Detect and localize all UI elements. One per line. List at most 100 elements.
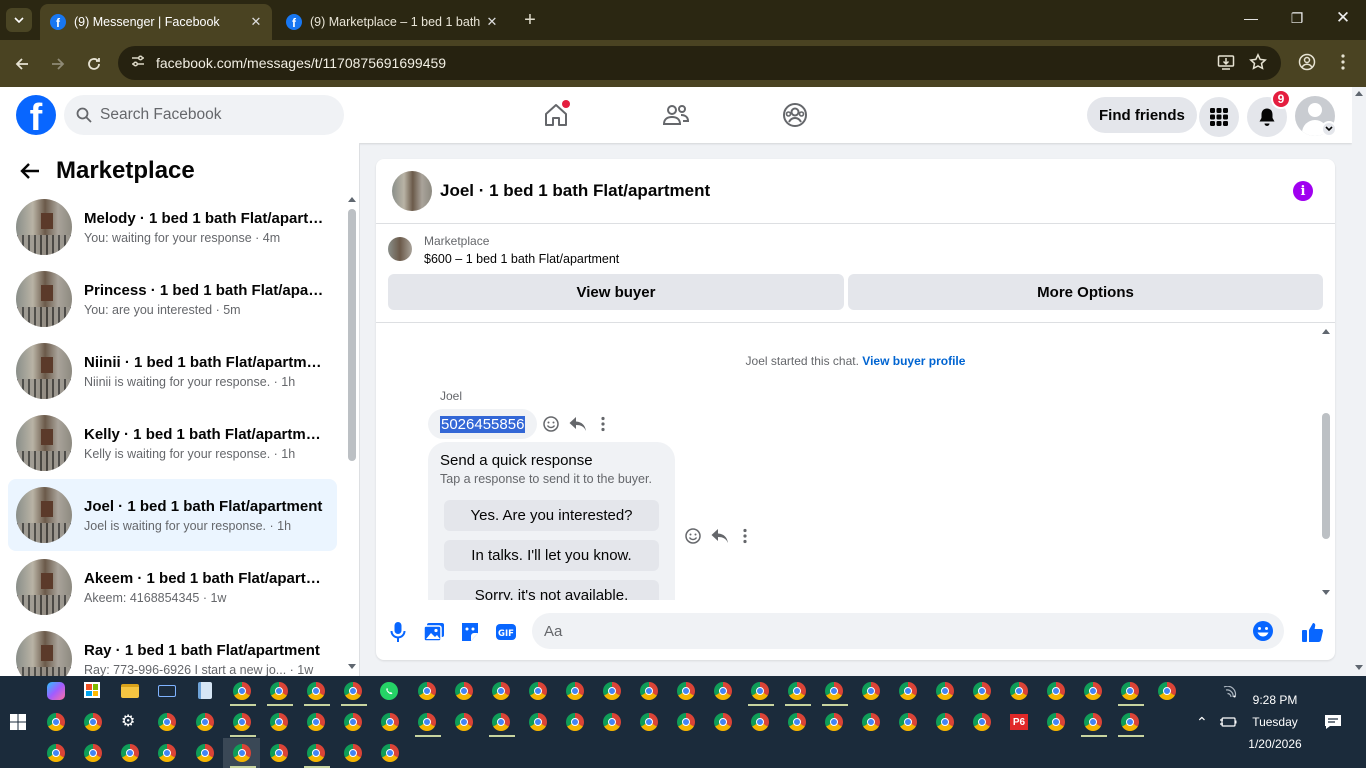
- chrome-icon[interactable]: [47, 713, 67, 733]
- chrome-icon[interactable]: [270, 682, 290, 702]
- chrome-icon[interactable]: [121, 744, 141, 764]
- more-vertical-icon[interactable]: [738, 527, 752, 545]
- chrome-icon[interactable]: [307, 682, 327, 702]
- chrome-icon[interactable]: [158, 744, 178, 764]
- chrome-icon[interactable]: [492, 682, 512, 702]
- back-button[interactable]: [11, 53, 33, 75]
- chrome-icon-active[interactable]: [233, 744, 253, 764]
- chrome-icon[interactable]: [751, 713, 771, 733]
- message-bubble[interactable]: 5026455856: [428, 409, 538, 439]
- chrome-icon[interactable]: [825, 713, 845, 733]
- chrome-icon[interactable]: [344, 744, 364, 764]
- chrome-icon[interactable]: [492, 713, 512, 733]
- tab-search-button[interactable]: [6, 8, 32, 32]
- browser-tab-marketplace[interactable]: f (9) Marketplace – 1 bed 1 bath F ✕: [276, 4, 508, 40]
- start-button[interactable]: [10, 714, 26, 735]
- account-chevron-icon[interactable]: [1321, 121, 1337, 137]
- sidebar-scroll-thumb[interactable]: [348, 209, 356, 461]
- page-scrollbar[interactable]: [1352, 87, 1366, 676]
- chrome-icon[interactable]: [936, 713, 956, 733]
- view-buyer-profile-link[interactable]: View buyer profile: [862, 354, 965, 368]
- conversation-item[interactable]: Princess · 1 bed 1 bath Flat/apartment Yo…: [8, 263, 337, 335]
- settings-gear-icon[interactable]: ⚙: [121, 713, 141, 733]
- browser-tab-messenger[interactable]: f (9) Messenger | Facebook ✕: [40, 4, 272, 40]
- more-options-button[interactable]: More Options: [848, 274, 1323, 310]
- chrome-icon[interactable]: [566, 682, 586, 702]
- chrome-icon[interactable]: [973, 682, 993, 702]
- whatsapp-icon[interactable]: [380, 682, 400, 702]
- chrome-icon[interactable]: [270, 744, 290, 764]
- chrome-icon[interactable]: [196, 744, 216, 764]
- message-input-box[interactable]: [532, 613, 1284, 649]
- bookmark-star-icon[interactable]: [1249, 53, 1267, 76]
- chrome-icon[interactable]: [788, 682, 808, 702]
- chrome-icon[interactable]: [344, 682, 364, 702]
- clock-date[interactable]: 1/20/2026: [1240, 737, 1310, 751]
- chrome-icon[interactable]: [862, 682, 882, 702]
- chrome-icon[interactable]: [455, 682, 475, 702]
- react-emoji-icon[interactable]: [684, 527, 702, 545]
- menu-button[interactable]: [1199, 97, 1239, 137]
- reply-icon[interactable]: [710, 527, 730, 545]
- restore-button[interactable]: ❐: [1287, 10, 1307, 27]
- microphone-icon[interactable]: [386, 620, 410, 644]
- groups-nav-button[interactable]: [779, 99, 811, 131]
- listing-price-title[interactable]: $600 – 1 bed 1 bath Flat/apartment: [424, 252, 619, 266]
- message-text[interactable]: 5026455856: [440, 415, 526, 433]
- back-arrow-icon[interactable]: [20, 162, 40, 180]
- wifi-icon[interactable]: [1221, 685, 1237, 701]
- chrome-icon[interactable]: [714, 713, 734, 733]
- chrome-icon[interactable]: [529, 682, 549, 702]
- find-friends-button[interactable]: Find friends: [1087, 97, 1197, 133]
- chrome-icon[interactable]: [344, 713, 364, 733]
- chrome-icon[interactable]: [936, 682, 956, 702]
- notification-center-icon[interactable]: [1324, 714, 1342, 733]
- chrome-icon[interactable]: [862, 713, 882, 733]
- chrome-icon[interactable]: [196, 713, 216, 733]
- chrome-icon[interactable]: [418, 682, 438, 702]
- reply-icon[interactable]: [568, 415, 588, 433]
- friends-nav-button[interactable]: [660, 99, 692, 131]
- chrome-icon[interactable]: [788, 713, 808, 733]
- browser-menu-icon[interactable]: [1336, 53, 1350, 76]
- chrome-icon[interactable]: [1158, 682, 1178, 702]
- keyboard-icon[interactable]: [158, 682, 178, 702]
- chrome-icon[interactable]: [677, 713, 697, 733]
- site-settings-icon[interactable]: [130, 53, 146, 74]
- close-tab-icon[interactable]: ✕: [482, 14, 502, 30]
- notepad-icon[interactable]: [196, 682, 216, 702]
- install-app-icon[interactable]: [1217, 53, 1235, 76]
- clock-day[interactable]: Tuesday: [1240, 715, 1310, 729]
- chrome-icon[interactable]: [1047, 713, 1067, 733]
- chat-scroll-thumb[interactable]: [1322, 413, 1330, 539]
- conversation-item[interactable]: Kelly · 1 bed 1 bath Flat/apartment Kelly…: [8, 407, 337, 479]
- chat-scrollbar[interactable]: [1320, 327, 1332, 597]
- chrome-icon[interactable]: [603, 713, 623, 733]
- close-window-button[interactable]: ✕: [1333, 8, 1353, 28]
- chrome-icon[interactable]: [529, 713, 549, 733]
- like-thumbs-up-icon[interactable]: [1301, 620, 1325, 644]
- minimize-button[interactable]: —: [1241, 10, 1261, 26]
- chrome-icon[interactable]: [270, 713, 290, 733]
- sidebar-scrollbar[interactable]: [346, 195, 358, 671]
- search-input[interactable]: [100, 106, 320, 124]
- show-hidden-icons-chevron[interactable]: ⌃: [1196, 714, 1208, 731]
- chrome-icon[interactable]: [899, 713, 919, 733]
- facebook-logo-icon[interactable]: f: [16, 95, 56, 135]
- new-tab-button[interactable]: +: [519, 9, 541, 31]
- chrome-icon[interactable]: [640, 713, 660, 733]
- chrome-icon[interactable]: [1047, 682, 1067, 702]
- conversation-item[interactable]: Niinii · 1 bed 1 bath Flat/apartment Niin…: [8, 335, 337, 407]
- conversation-item-selected[interactable]: Joel · 1 bed 1 bath Flat/apartment Joel i…: [8, 479, 337, 551]
- chrome-icon[interactable]: [640, 682, 660, 702]
- chrome-icon[interactable]: [233, 713, 253, 733]
- forward-button[interactable]: [47, 53, 69, 75]
- chrome-icon[interactable]: [381, 744, 401, 764]
- chrome-icon[interactable]: [751, 682, 771, 702]
- chat-avatar[interactable]: [392, 171, 432, 211]
- profile-icon[interactable]: [1298, 53, 1316, 76]
- conversation-item[interactable]: Ray · 1 bed 1 bath Flat/apartment Ray: 77…: [8, 623, 337, 676]
- message-input[interactable]: [544, 622, 1224, 640]
- chrome-icon[interactable]: [677, 682, 697, 702]
- quick-response-option[interactable]: Yes. Are you interested?: [444, 500, 659, 531]
